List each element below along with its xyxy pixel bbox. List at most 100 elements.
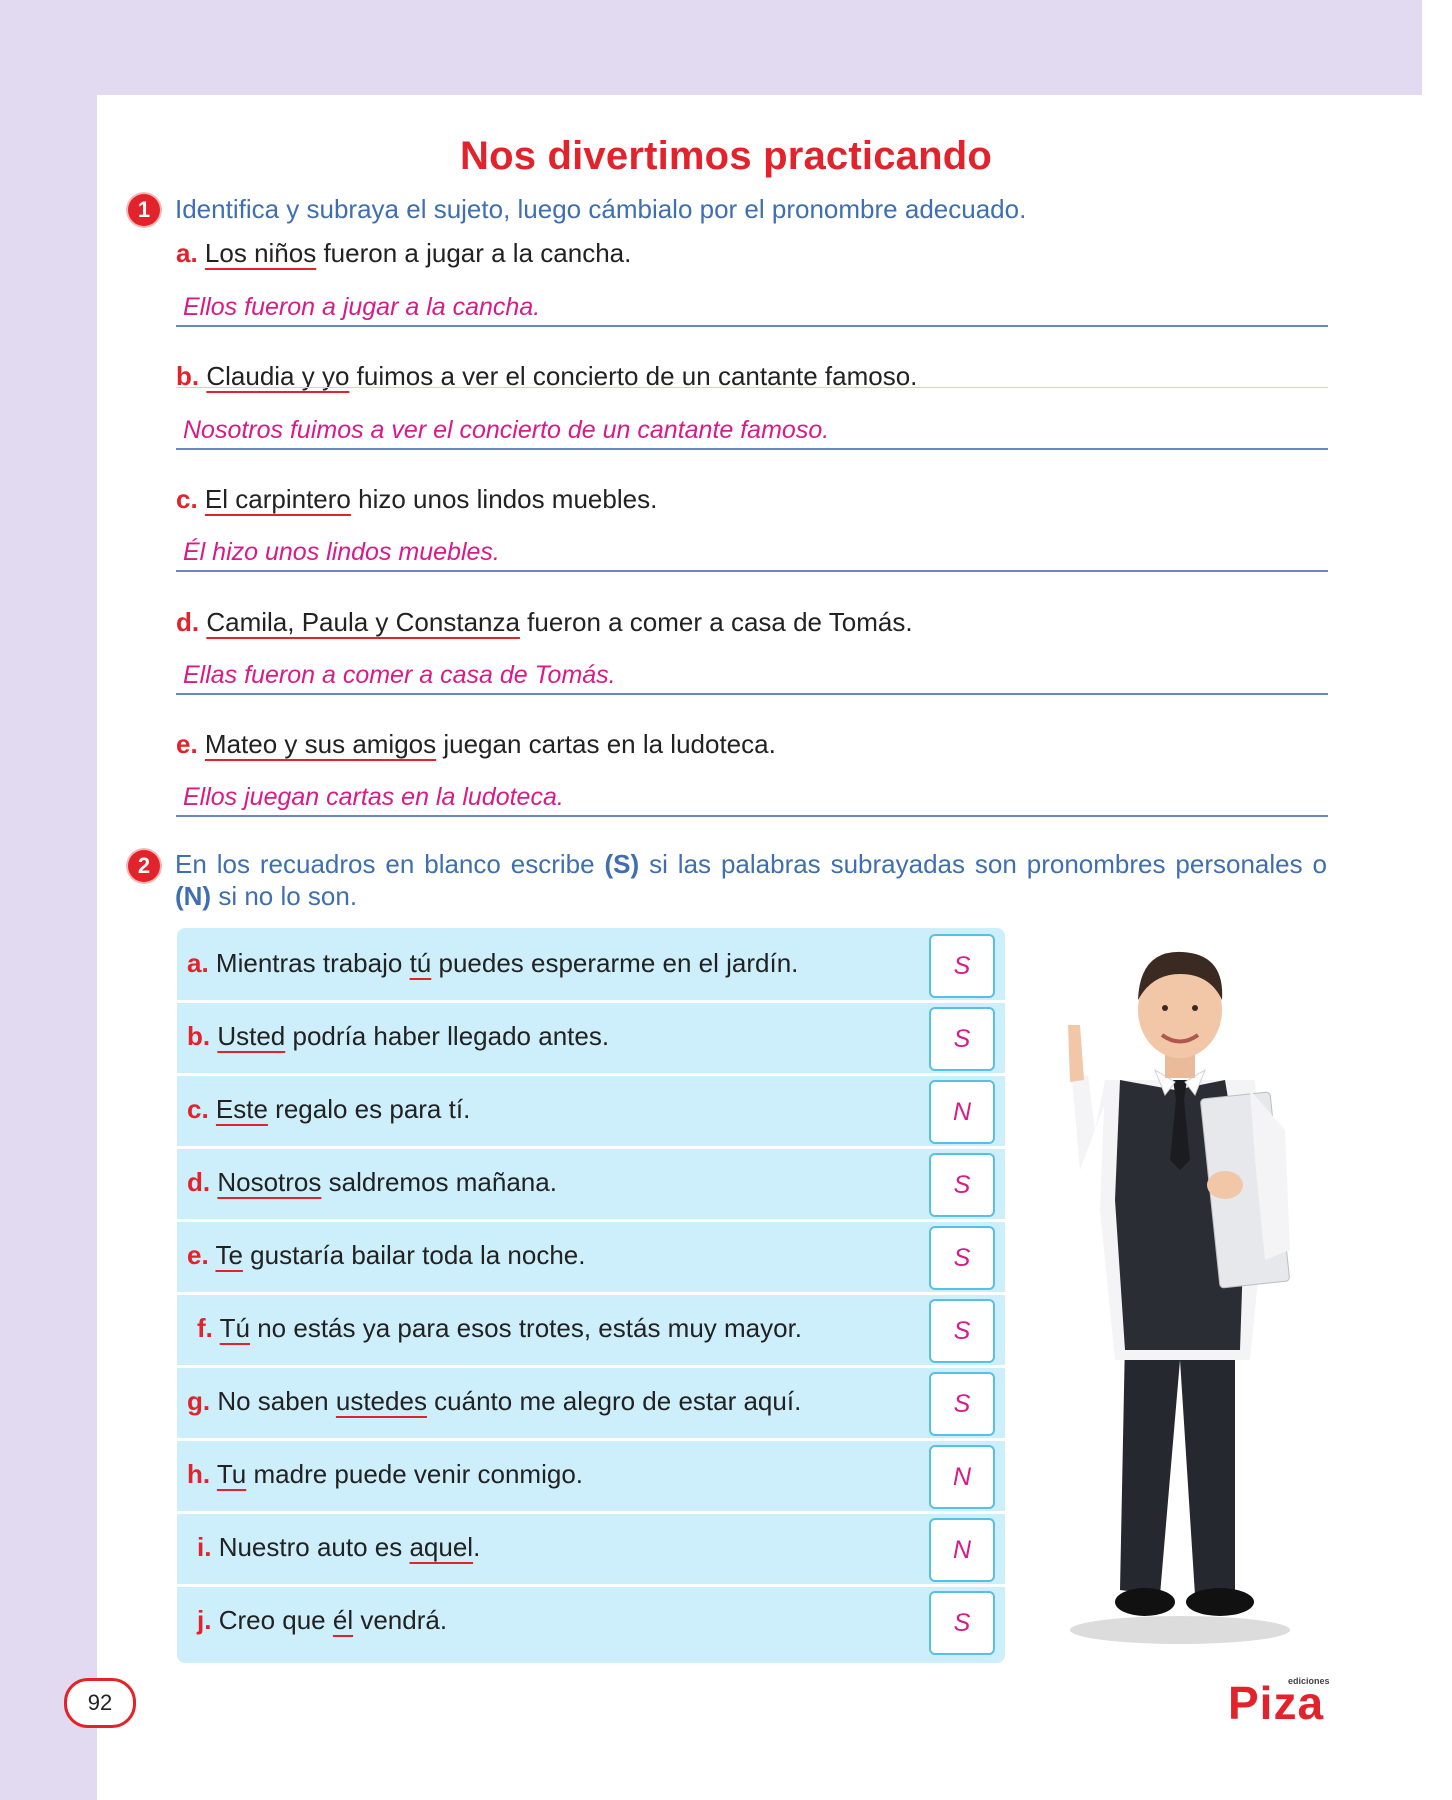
answer-d[interactable]: Ellas fueron a comer a casa de Tomás. <box>183 661 616 690</box>
text: Creo que <box>218 1605 333 1635</box>
underlined-word: él <box>332 1605 354 1635</box>
answer-box[interactable]: S <box>929 1153 995 1217</box>
item-letter: a. <box>176 238 198 268</box>
table-row: i. Nuestro auto es aquel. N <box>177 1512 1005 1584</box>
text: puedes esperarme en el jardín. <box>431 948 799 978</box>
answer-line <box>176 325 1328 327</box>
underlined-word: tú <box>409 948 432 978</box>
underlined-word: aquel <box>409 1532 474 1562</box>
sentence-e: e. Mateo y sus amigos juegan cartas en l… <box>176 729 776 760</box>
instruction-text: En los recuadros en blanco escribe <box>175 849 605 879</box>
answer-e[interactable]: Ellos juegan cartas en la ludoteca. <box>183 783 564 812</box>
row-sentence: c. Este regalo es para tí. <box>187 1094 470 1125</box>
answer-line <box>176 448 1328 450</box>
row-sentence: e. Te gustaría bailar toda la noche. <box>187 1240 585 1271</box>
exercise-1-instruction: Identifica y subraya el sujeto, luego cá… <box>175 194 1027 224</box>
item-letter: h. <box>187 1459 211 1489</box>
answer-box[interactable]: S <box>929 1591 995 1655</box>
answer-line <box>176 570 1328 572</box>
item-letter: d. <box>187 1167 211 1197</box>
answer-c[interactable]: Él hizo unos lindos muebles. <box>183 538 500 567</box>
exercise-number-1: 1 <box>128 194 160 226</box>
answer-b[interactable]: Nosotros fuimos a ver el concierto de un… <box>183 416 829 445</box>
text: podría haber llegado antes. <box>285 1021 610 1051</box>
subject: Mateo y sus amigos <box>204 729 437 759</box>
table-row: b. Usted podría haber llegado antes. S <box>177 1001 1005 1073</box>
underlined-word: ustedes <box>335 1386 427 1416</box>
sentence-c: c. El carpintero hizo unos lindos mueble… <box>176 484 657 515</box>
text: . <box>473 1532 481 1562</box>
table-row: e. Te gustaría bailar toda la noche. S <box>177 1220 1005 1292</box>
underlined-word: Te <box>215 1240 243 1270</box>
answer-box[interactable]: N <box>929 1080 995 1144</box>
table-row: f. Tú no estás ya para esos trotes, está… <box>177 1293 1005 1365</box>
text: vendrá. <box>353 1605 448 1635</box>
underlined-word: Este <box>215 1094 268 1124</box>
item-letter: j. <box>197 1605 212 1635</box>
item-letter: g. <box>187 1386 211 1416</box>
top-band <box>0 0 1422 95</box>
item-letter: c. <box>176 484 198 514</box>
predicate: fueron a comer a casa de Tomás. <box>519 607 913 637</box>
subject: El carpintero <box>204 484 351 514</box>
text: madre puede venir conmigo. <box>246 1459 584 1489</box>
answer-box[interactable]: S <box>929 1372 995 1436</box>
answer-a[interactable]: Ellos fueron a jugar a la cancha. <box>183 293 540 322</box>
row-sentence: d. Nosotros saldremos mañana. <box>187 1167 557 1198</box>
instruction-text: si no lo son. <box>211 881 358 911</box>
text: Mientras trabajo <box>215 948 410 978</box>
subject: Los niños <box>204 238 317 268</box>
item-letter: f. <box>197 1313 213 1343</box>
table-row: c. Este regalo es para tí. N <box>177 1074 1005 1146</box>
text: no estás ya para esos trotes, estás muy … <box>250 1313 803 1343</box>
text: gustaría bailar toda la noche. <box>242 1240 586 1270</box>
table-row: j. Creo que él vendrá. S <box>177 1585 1005 1657</box>
sentence-a: a. Los niños fueron a jugar a la cancha. <box>176 238 631 269</box>
faint-line <box>176 387 1328 388</box>
page-number: 92 <box>64 1678 136 1728</box>
underlined-word: Nosotros <box>217 1167 322 1197</box>
item-letter: b. <box>187 1021 211 1051</box>
item-letter: e. <box>187 1240 209 1270</box>
answer-line <box>176 815 1328 817</box>
text: saldremos mañana. <box>321 1167 557 1197</box>
answer-box[interactable]: S <box>929 1226 995 1290</box>
table-row: a. Mientras trabajo tú puedes esperarme … <box>177 928 1005 1000</box>
item-letter: a. <box>187 948 209 978</box>
publisher-logo: Piza <box>1228 1677 1325 1729</box>
text: regalo es para tí. <box>267 1094 471 1124</box>
instruction-s: (S) <box>604 849 640 879</box>
answer-box[interactable]: S <box>929 934 995 998</box>
sentence-d: d. Camila, Paula y Constanza fueron a co… <box>176 607 913 638</box>
underlined-word: Tu <box>216 1459 247 1489</box>
predicate: fueron a jugar a la cancha. <box>316 238 632 268</box>
underlined-word: Tú <box>219 1313 250 1343</box>
item-letter: e. <box>176 729 198 759</box>
instruction-n: (N) <box>175 881 212 911</box>
underlined-word: Usted <box>217 1021 286 1051</box>
answer-box[interactable]: N <box>929 1518 995 1582</box>
pronoun-table: a. Mientras trabajo tú puedes esperarme … <box>177 928 1005 1663</box>
table-row: g. No saben ustedes cuánto me alegro de … <box>177 1366 1005 1438</box>
answer-box[interactable]: S <box>929 1299 995 1363</box>
answer-box[interactable]: S <box>929 1007 995 1071</box>
item-letter: i. <box>197 1532 212 1562</box>
subject: Camila, Paula y Constanza <box>206 607 520 637</box>
row-sentence: j. Creo que él vendrá. <box>197 1605 447 1636</box>
answer-box[interactable]: N <box>929 1445 995 1509</box>
text: Nuestro auto es <box>218 1532 410 1562</box>
text: No saben <box>217 1386 336 1416</box>
boy-illustration <box>1068 951 1290 1644</box>
row-sentence: a. Mientras trabajo tú puedes esperarme … <box>187 948 798 979</box>
item-letter: d. <box>176 607 200 637</box>
row-sentence: g. No saben ustedes cuánto me alegro de … <box>187 1386 801 1417</box>
item-letter: c. <box>187 1094 209 1124</box>
exercise-2-instruction: En los recuadros en blanco escribe (S) s… <box>175 848 1327 912</box>
predicate: juegan cartas en la ludoteca. <box>436 729 776 759</box>
table-row: h. Tu madre puede venir conmigo. N <box>177 1439 1005 1511</box>
row-sentence: h. Tu madre puede venir conmigo. <box>187 1459 583 1490</box>
row-sentence: f. Tú no estás ya para esos trotes, está… <box>197 1313 802 1344</box>
predicate: hizo unos lindos muebles. <box>350 484 658 514</box>
row-sentence: b. Usted podría haber llegado antes. <box>187 1021 609 1052</box>
exercise-number-2: 2 <box>128 850 160 882</box>
